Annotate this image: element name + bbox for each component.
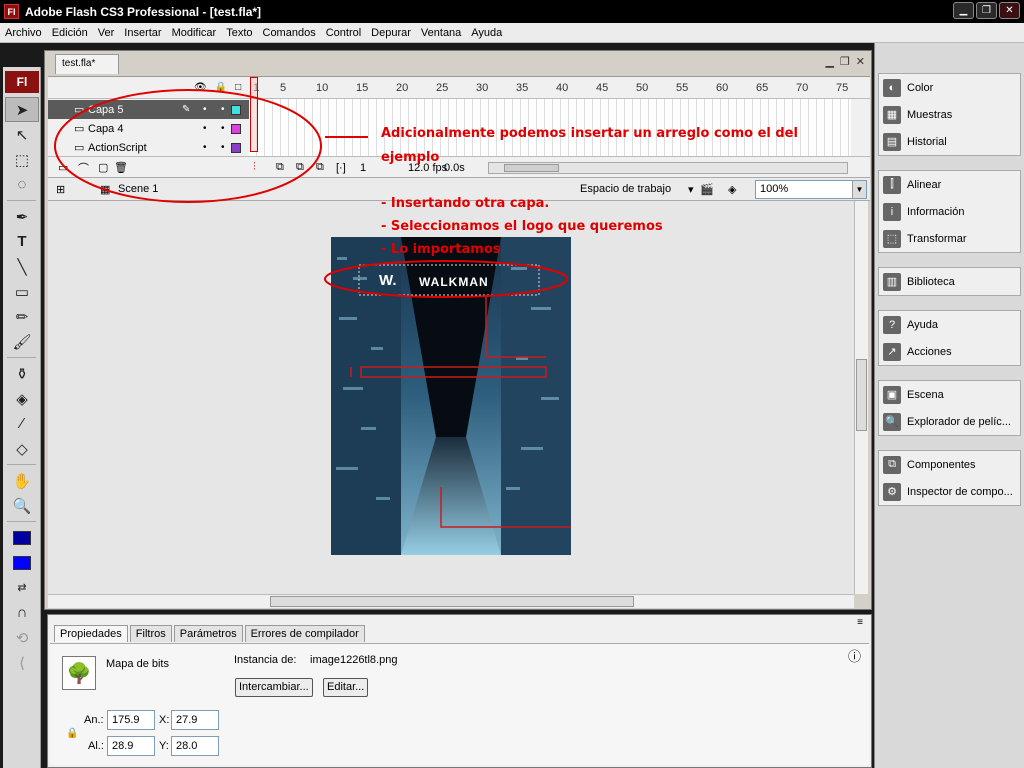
panel-biblioteca[interactable]: ▥ Biblioteca — [879, 268, 1020, 295]
annotation-step-2: - Seleccionamos el logo que queremos — [381, 219, 663, 234]
tab-propiedades[interactable]: Propiedades — [54, 625, 128, 642]
panel-label: Información — [907, 205, 965, 218]
panel-label: Transformar — [907, 232, 967, 245]
panel-label: Color — [907, 81, 934, 94]
swap-button[interactable]: Intercambiar... — [235, 678, 313, 697]
y-field[interactable]: 28.0 — [171, 736, 219, 756]
panel-label: Alinear — [907, 178, 942, 191]
panel-label: Biblioteca — [907, 275, 955, 288]
edit-button[interactable]: Editar... — [323, 678, 369, 697]
panel-transformar[interactable]: ⬚ Transformar — [879, 225, 1020, 252]
x-field[interactable]: 27.9 — [171, 710, 219, 730]
width-label: An.: — [84, 714, 104, 726]
instance-name: image1226tl8.png — [310, 654, 398, 666]
tab-parametros[interactable]: Parámetros — [173, 625, 243, 642]
swatches-icon: ▦ — [883, 105, 901, 124]
panels-dock: ◐ Color ▦ Muestras ▤ Historial ⫿ Alinear i In… — [874, 43, 1024, 768]
component-inspector-icon: ⚙ — [883, 482, 901, 501]
info-icon: i — [883, 202, 901, 221]
panel-label: Componentes — [907, 458, 976, 471]
history-icon: ▤ — [883, 132, 901, 151]
panel-inspector[interactable]: ⚙ Inspector de compo... — [879, 478, 1020, 505]
palette-icon: ◐ — [883, 78, 901, 97]
y-label: Y: — [159, 740, 169, 752]
panel-label: Explorador de pelíc... — [907, 415, 1011, 428]
panel-muestras[interactable]: ▦ Muestras — [879, 101, 1020, 128]
lock-aspect-icon[interactable]: 🔒 — [66, 728, 78, 739]
panel-acciones[interactable]: ↗ Acciones — [879, 338, 1020, 365]
transform-icon: ⬚ — [883, 229, 901, 248]
panel-explorador[interactable]: 🔍 Explorador de pelíc... — [879, 408, 1020, 435]
panel-color[interactable]: ◐ Color — [879, 74, 1020, 101]
height-label: Al.: — [88, 740, 104, 752]
panel-label: Escena — [907, 388, 944, 401]
align-icon: ⫿ — [883, 175, 901, 194]
panel-label: Ayuda — [907, 318, 938, 331]
panel-informacion[interactable]: i Información — [879, 198, 1020, 225]
annotation-step-1: - Insertando otra capa. — [381, 196, 550, 211]
bitmap-icon: 🌳 — [62, 656, 96, 690]
panel-historial[interactable]: ▤ Historial — [879, 128, 1020, 155]
properties-panel: Propiedades Filtros Parámetros Errores d… — [47, 614, 872, 768]
panel-label: Inspector de compo... — [907, 485, 1013, 498]
align-panel-group: ⫿ Alinear i Información ⬚ Transformar — [878, 170, 1021, 253]
panel-escena[interactable]: ▣ Escena — [879, 381, 1020, 408]
tab-errores[interactable]: Errores de compilador — [244, 625, 365, 642]
symbol-type: Mapa de bits — [106, 658, 169, 670]
properties-body: 🌳 Mapa de bits Instancia de: image1226tl… — [50, 643, 869, 765]
library-icon: ▥ — [883, 272, 901, 291]
library-panel-group: ▥ Biblioteca — [878, 267, 1021, 296]
panel-label: Muestras — [907, 108, 953, 121]
annotation-line-2: ejemplo — [381, 150, 440, 165]
annotation-step-3: - Lo importamos — [381, 242, 501, 257]
panel-label: Historial — [907, 135, 947, 148]
panel-menu-icon[interactable]: ≡ — [857, 617, 863, 628]
panel-alinear[interactable]: ⫿ Alinear — [879, 171, 1020, 198]
properties-tabs: Propiedades Filtros Parámetros Errores d… — [54, 625, 367, 642]
components-icon: ⧉ — [883, 455, 901, 474]
logo-highlight-ellipse — [324, 260, 568, 298]
panel-ayuda[interactable]: ? Ayuda — [879, 311, 1020, 338]
annotation-line-1: Adicionalmente podemos insertar un arreg… — [381, 126, 798, 141]
movie-explorer-icon: 🔍 — [883, 412, 901, 431]
panel-label: Acciones — [907, 345, 952, 358]
layers-highlight-ellipse — [54, 89, 322, 203]
components-panel-group: ⧉ Componentes ⚙ Inspector de compo... — [878, 450, 1021, 506]
tab-filtros[interactable]: Filtros — [129, 625, 172, 642]
scene-panel-group: ▣ Escena 🔍 Explorador de pelíc... — [878, 380, 1021, 436]
help-panel-group: ? Ayuda ↗ Acciones — [878, 310, 1021, 366]
help-icon: ? — [883, 315, 901, 334]
width-field[interactable]: 175.9 — [107, 710, 155, 730]
x-label: X: — [159, 714, 170, 726]
scene-icon: ▣ — [883, 385, 901, 404]
panel-componentes[interactable]: ⧉ Componentes — [879, 451, 1020, 478]
instance-label: Instancia de: — [234, 654, 297, 666]
height-field[interactable]: 28.9 — [107, 736, 155, 756]
help-icon[interactable]: ⓘ — [848, 646, 861, 665]
actions-icon: ↗ — [883, 342, 901, 361]
color-panel-group: ◐ Color ▦ Muestras ▤ Historial — [878, 73, 1021, 156]
